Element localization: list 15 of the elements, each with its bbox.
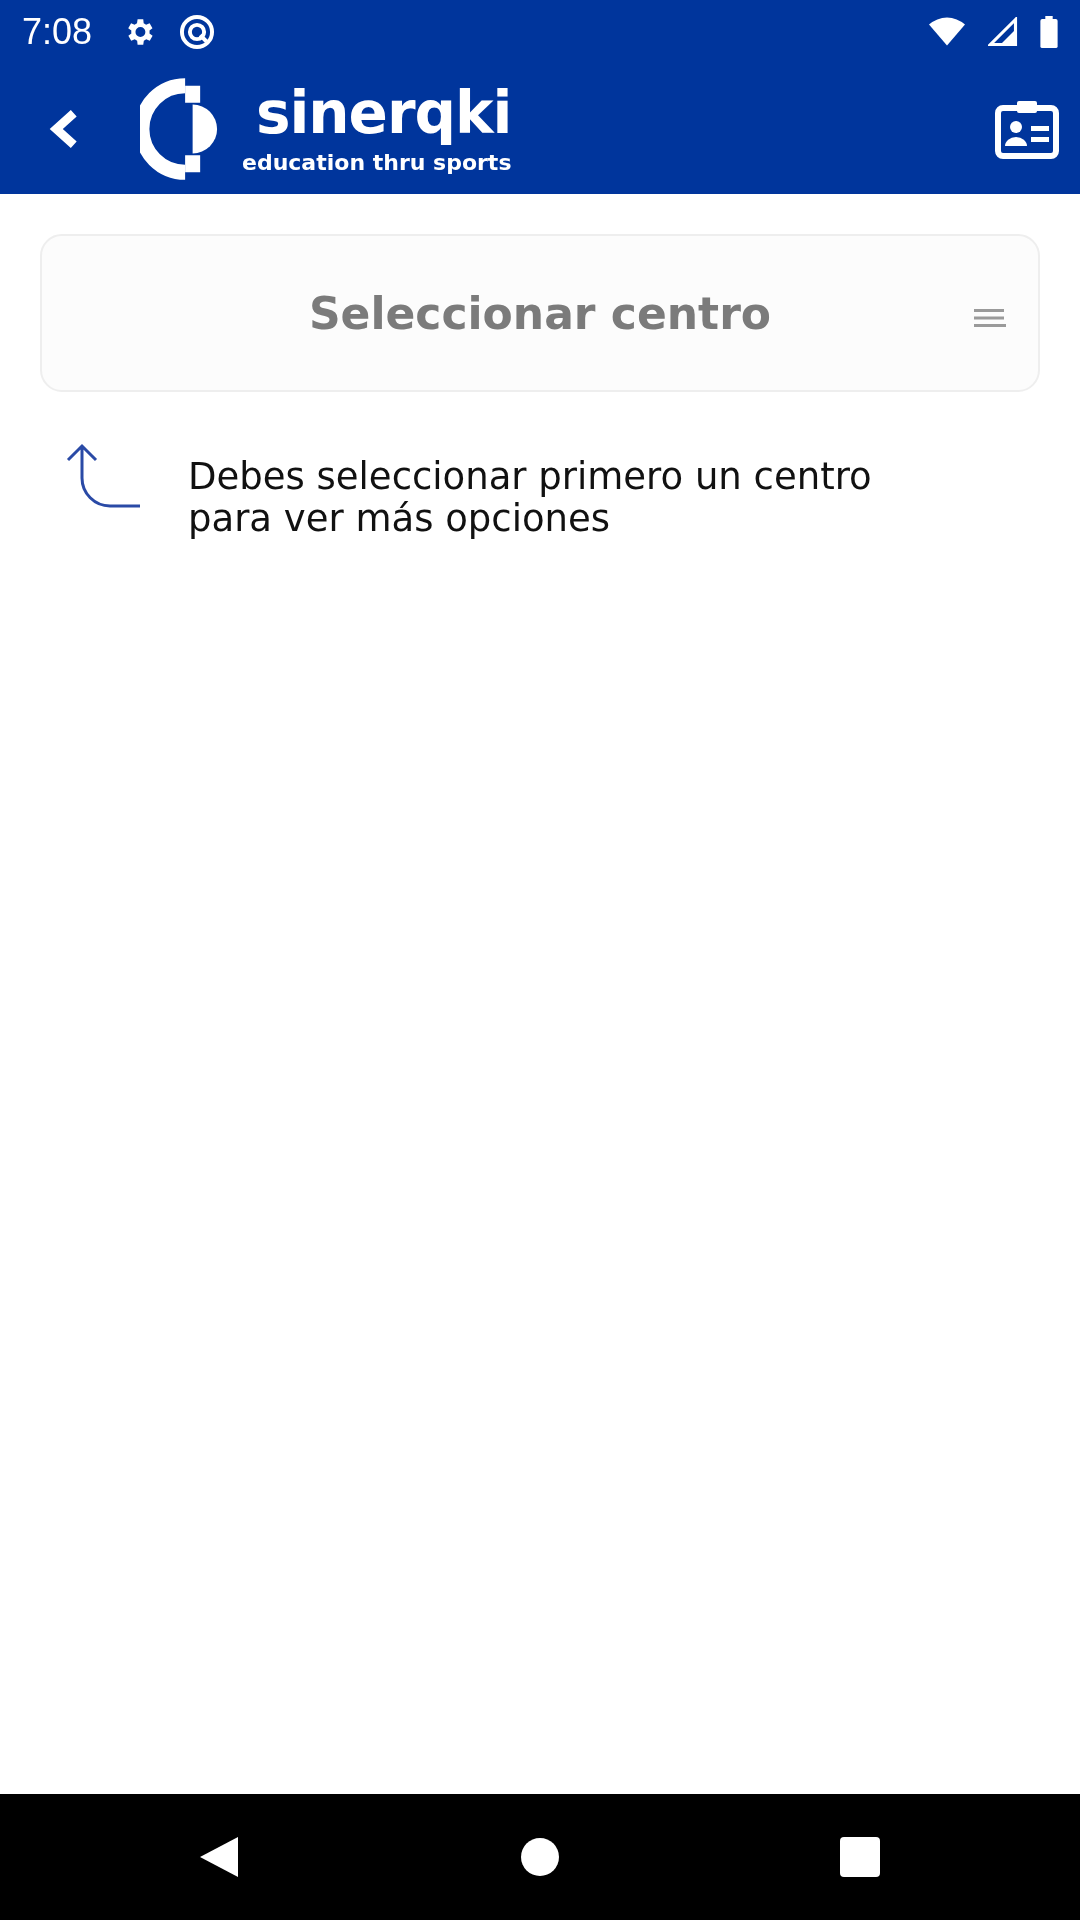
center-dropdown[interactable]: Seleccionar centro [40,234,1040,392]
hint-text: Debes seleccionar primero un centro para ver más opciones [188,456,873,540]
circle-icon [520,1837,560,1877]
square-icon [840,1837,880,1877]
wifi-icon [928,17,966,47]
circle-logo-icon [178,13,217,51]
home-nav-button[interactable] [520,1837,560,1877]
triangle-icon [200,1835,240,1879]
battery-icon [1040,16,1058,48]
signal-icon [988,17,1018,47]
back-nav-button[interactable] [200,1835,240,1879]
id-card-icon [995,99,1059,159]
logo-tagline: education thru sports [242,149,512,175]
lines-icon [974,308,1006,328]
clock: 7:08 [22,11,93,53]
